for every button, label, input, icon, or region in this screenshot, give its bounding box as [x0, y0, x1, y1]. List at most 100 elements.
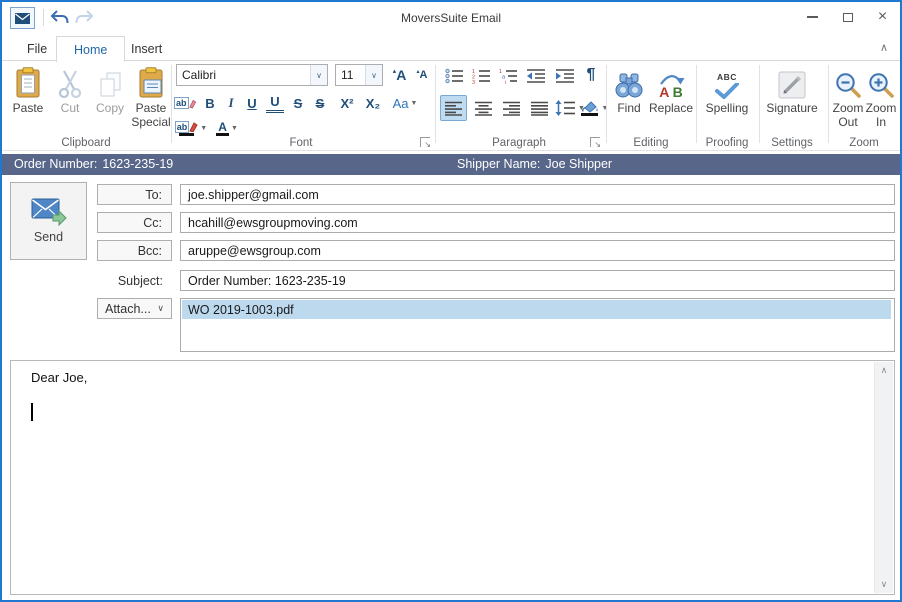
- bcc-field[interactable]: aruppe@ewsgroup.com: [180, 240, 895, 261]
- numbering-button[interactable]: 123: [469, 65, 493, 87]
- maximize-button[interactable]: [830, 2, 865, 32]
- minimize-button[interactable]: [795, 2, 830, 32]
- font-size-select[interactable]: 11 ∨: [335, 64, 383, 86]
- clear-formatting-button[interactable]: ab: [174, 93, 196, 113]
- tab-home[interactable]: Home: [56, 36, 125, 62]
- to-field[interactable]: joe.shipper@gmail.com: [180, 184, 895, 205]
- attachment-list[interactable]: WO 2019-1003.pdf: [180, 298, 895, 352]
- font-family-select[interactable]: Calibri ∨: [176, 64, 328, 86]
- underline-button[interactable]: U: [243, 93, 261, 113]
- change-case-button[interactable]: Aa ▼: [388, 93, 422, 113]
- superscript-button[interactable]: X²: [336, 93, 358, 113]
- zoom-group-label: Zoom: [831, 137, 897, 149]
- shipper-name-label: Shipper Name:Joe Shipper: [457, 157, 612, 171]
- subscript-button[interactable]: X₂: [362, 93, 384, 113]
- paragraph-dialog-launcher[interactable]: ↘: [590, 137, 600, 147]
- cc-field[interactable]: hcahill@ewsgroupmoving.com: [180, 212, 895, 233]
- ribbon: Paste Cut Copy: [2, 61, 900, 151]
- font-color-icon: A: [216, 121, 229, 136]
- multilevel-list-icon: 1ai: [499, 68, 518, 84]
- text-caret: [31, 403, 33, 421]
- attach-button[interactable]: Attach... ∨: [97, 298, 172, 319]
- order-number-value: 1623-235-19: [102, 157, 173, 171]
- paragraph-group-label: Paragraph: [440, 137, 598, 149]
- body-scrollbar[interactable]: ∧ ∨: [874, 362, 893, 593]
- paste-special-button[interactable]: Paste Special: [130, 63, 172, 130]
- decrease-indent-button[interactable]: [523, 65, 549, 87]
- decrease-indent-icon: [526, 68, 546, 84]
- maximize-icon: [843, 13, 853, 22]
- increase-indent-button[interactable]: [552, 65, 578, 87]
- font-color-dropdown-icon: ▼: [231, 125, 238, 132]
- ribbon-tab-bar: File Home Insert ∧: [2, 33, 900, 61]
- font-dialog-launcher[interactable]: ↘: [420, 137, 430, 147]
- find-button[interactable]: Find: [610, 63, 648, 116]
- collapse-ribbon-button[interactable]: ∧: [880, 41, 888, 54]
- bcc-button[interactable]: Bcc:: [97, 240, 172, 261]
- italic-button[interactable]: I: [223, 93, 239, 113]
- replace-icon: A B: [657, 63, 685, 99]
- close-icon: ×: [878, 9, 887, 25]
- double-strikethrough-button[interactable]: S: [312, 93, 328, 113]
- signature-icon: [778, 63, 806, 99]
- bullets-button[interactable]: [442, 65, 466, 87]
- highlight-dropdown-icon: ▼: [200, 125, 207, 132]
- paste-icon: [14, 63, 42, 99]
- copy-button: Copy: [90, 63, 130, 116]
- zoom-out-button[interactable]: Zoom Out: [831, 63, 865, 130]
- window-title: MoversSuite Email: [2, 11, 900, 25]
- shading-icon: [580, 100, 600, 116]
- highlight-color-button[interactable]: ab ▼: [174, 118, 208, 138]
- strikethrough-button[interactable]: S: [290, 93, 306, 113]
- numbering-icon: 123: [472, 68, 491, 84]
- scroll-down-button[interactable]: ∨: [875, 576, 893, 593]
- increase-indent-icon: [555, 68, 575, 84]
- cut-button: Cut: [52, 63, 88, 116]
- paste-button[interactable]: Paste: [6, 63, 50, 116]
- zoom-in-button[interactable]: Zoom In: [865, 63, 897, 130]
- close-button[interactable]: ×: [865, 2, 900, 32]
- minimize-icon: [807, 16, 818, 18]
- align-left-button[interactable]: [440, 95, 467, 121]
- justify-button[interactable]: [527, 95, 553, 121]
- message-body[interactable]: Dear Joe, ∧ ∨: [10, 360, 895, 595]
- cut-icon: [57, 63, 83, 99]
- attachment-item-selected[interactable]: WO 2019-1003.pdf: [182, 300, 891, 319]
- order-number-label: Order Number:1623-235-19: [14, 157, 173, 171]
- align-right-icon: [503, 101, 521, 116]
- align-right-button[interactable]: [499, 95, 525, 121]
- copy-icon: [97, 63, 123, 99]
- spelling-button[interactable]: ABC Spelling: [700, 63, 754, 116]
- order-info-bar: Order Number:1623-235-19 Shipper Name:Jo…: [2, 154, 900, 175]
- editing-group-label: Editing: [608, 137, 694, 149]
- spelling-icon: ABC: [715, 63, 739, 99]
- body-greeting: Dear Joe,: [31, 370, 87, 385]
- grow-font-button[interactable]: ▴A: [389, 65, 410, 85]
- send-button[interactable]: Send: [10, 182, 87, 260]
- show-paragraph-marks-button[interactable]: ¶: [581, 63, 601, 87]
- bold-button[interactable]: B: [201, 93, 219, 113]
- font-family-dropdown-icon[interactable]: ∨: [310, 65, 327, 85]
- scroll-up-button[interactable]: ∧: [875, 362, 893, 379]
- to-button[interactable]: To:: [97, 184, 172, 205]
- cc-button[interactable]: Cc:: [97, 212, 172, 233]
- shipper-name-value: Joe Shipper: [545, 157, 612, 171]
- replace-button[interactable]: A B Replace: [648, 63, 694, 116]
- double-underline-button[interactable]: U: [266, 93, 284, 113]
- settings-group-label: Settings: [760, 137, 824, 149]
- font-color-button[interactable]: A ▼: [212, 118, 242, 138]
- change-case-dropdown-icon: ▼: [410, 100, 417, 107]
- clipboard-group-label: Clipboard: [6, 137, 166, 149]
- shrink-font-button[interactable]: ▴A: [412, 65, 432, 85]
- align-center-icon: [475, 101, 493, 116]
- send-icon: [31, 198, 67, 226]
- signature-button[interactable]: Signature: [760, 63, 824, 116]
- shading-dropdown-icon: ▼: [602, 105, 609, 112]
- zoom-out-icon: [835, 63, 862, 99]
- eraser-icon: [189, 97, 196, 109]
- font-size-dropdown-icon[interactable]: ∨: [365, 65, 382, 85]
- subject-field[interactable]: Order Number: 1623-235-19: [180, 270, 895, 291]
- font-group-label: Font: [176, 137, 426, 149]
- multilevel-list-button[interactable]: 1ai: [496, 65, 520, 87]
- align-center-button[interactable]: [471, 95, 497, 121]
